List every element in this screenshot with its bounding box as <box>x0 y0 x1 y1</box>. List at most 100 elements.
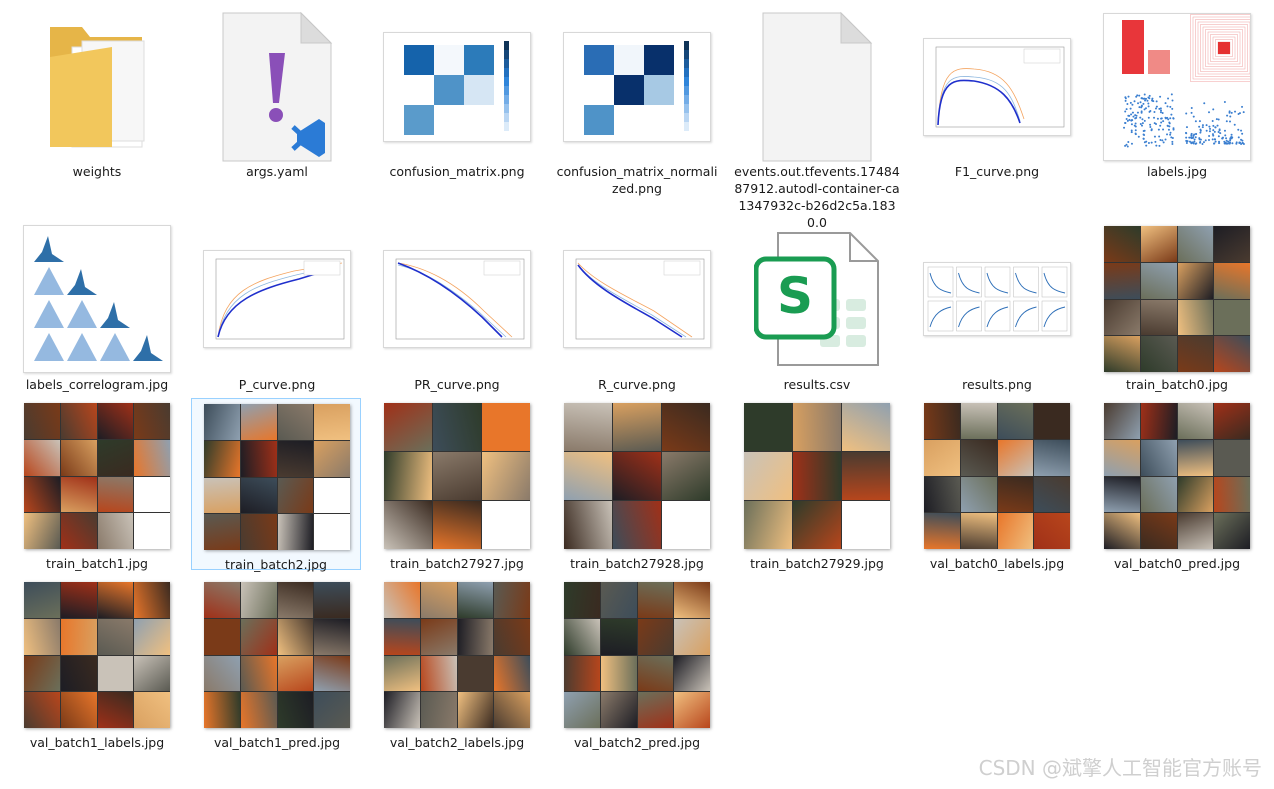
file-thumbnail <box>1092 8 1262 165</box>
mosaic-tile <box>1214 403 1250 439</box>
file-item[interactable]: confusion_matrix.png <box>372 0 542 212</box>
mosaic-tile <box>60 513 97 549</box>
mosaic-tile <box>314 692 350 728</box>
mosaic-tile <box>277 514 314 550</box>
file-item[interactable]: train_batch27927.jpg <box>372 398 542 571</box>
mosaic-tile <box>674 618 710 655</box>
file-item[interactable]: F1_curve.png <box>912 0 1082 212</box>
mosaic-tile <box>384 501 432 549</box>
mosaic-tile <box>1104 226 1140 262</box>
results-plot-thumbnail <box>927 266 1068 332</box>
mosaic-tile <box>24 655 60 692</box>
file-item[interactable]: val_batch1_labels.jpg <box>12 577 182 753</box>
file-item[interactable]: val_batch1_pred.jpg <box>192 577 362 753</box>
file-thumbnail <box>372 581 542 729</box>
mosaic-tile <box>60 403 97 439</box>
mosaic-tile <box>997 513 1034 549</box>
mosaic-tile <box>433 403 481 451</box>
mosaic-tile <box>240 618 277 655</box>
mosaic-tile <box>1034 513 1070 549</box>
file-thumbnail <box>552 8 722 165</box>
mosaic-tile <box>637 582 674 618</box>
file-item[interactable]: args.yaml <box>192 0 362 212</box>
file-thumbnail <box>12 224 182 374</box>
file-item[interactable]: PR_curve.png <box>372 220 542 392</box>
file-name: F1_curve.png <box>954 164 1040 179</box>
mosaic-tile <box>494 692 530 728</box>
curve-plot-thumbnail <box>215 258 345 340</box>
mosaic-tile <box>420 655 457 692</box>
mosaic-tile <box>1177 439 1214 476</box>
mosaic-tile <box>97 403 134 439</box>
mosaic-tile <box>1104 403 1140 439</box>
file-thumbnail <box>912 402 1082 550</box>
mosaic-tile <box>1177 336 1214 372</box>
mosaic-tile <box>842 403 890 451</box>
file-item[interactable]: P_curve.png <box>192 220 362 392</box>
mosaic-tile <box>204 655 240 692</box>
file-item[interactable]: train_batch0.jpg <box>1092 220 1262 392</box>
mosaic-tile <box>600 692 637 728</box>
file-item[interactable]: train_batch27928.jpg <box>552 398 722 571</box>
mosaic-tile <box>433 501 481 549</box>
file-name: results.csv <box>783 377 851 392</box>
mosaic-tile <box>662 403 710 451</box>
mosaic-tile <box>613 452 661 500</box>
file-item[interactable]: val_batch0_labels.jpg <box>912 398 1082 571</box>
file-item[interactable]: train_batch2.jpg <box>191 398 362 572</box>
mosaic-tile <box>1140 299 1177 336</box>
mosaic-tile <box>1177 403 1214 439</box>
mosaic-tile <box>564 618 600 655</box>
mosaic-tile <box>1034 403 1070 439</box>
mosaic-tile <box>494 582 530 618</box>
mosaic-tile <box>1140 513 1177 549</box>
mosaic-tile <box>1140 336 1177 372</box>
file-name: confusion_matrix_normalized.png <box>556 164 718 196</box>
file-item[interactable]: val_batch2_pred.jpg <box>552 577 722 753</box>
file-name: train_batch0.jpg <box>1126 377 1228 392</box>
mosaic-tile <box>1214 513 1250 549</box>
mosaic-tile <box>1140 439 1177 476</box>
file-item[interactable]: events.out.tfevents.1748487912.autodl-co… <box>732 0 902 230</box>
mosaic-tile <box>744 403 792 451</box>
file-item[interactable]: confusion_matrix_normalized.png <box>552 0 722 212</box>
correlogram-thumbnail <box>34 236 163 361</box>
file-item[interactable]: labels.jpg <box>1092 0 1262 212</box>
mosaic-tile <box>384 618 420 655</box>
mosaic-tile <box>600 655 637 692</box>
mosaic-tile <box>277 404 314 440</box>
mosaic-tile <box>1140 262 1177 299</box>
mosaic-tile <box>384 403 432 451</box>
file-item[interactable]: Sresults.csv <box>732 220 902 392</box>
mosaic-tile <box>564 452 612 500</box>
mosaic-tile <box>960 403 997 439</box>
file-item[interactable]: weights <box>12 0 182 212</box>
mosaic-tile <box>482 452 530 500</box>
file-item[interactable]: val_batch0_pred.jpg <box>1092 398 1262 571</box>
mosaic-tile <box>1177 513 1214 549</box>
mosaic-tile <box>482 403 530 451</box>
file-thumbnail <box>372 402 542 550</box>
mosaic-tile <box>494 618 530 655</box>
mosaic-tile <box>457 582 494 618</box>
file-item[interactable]: train_batch27929.jpg <box>732 398 902 571</box>
file-name: train_batch27929.jpg <box>750 556 884 571</box>
mosaic-tile <box>60 582 97 618</box>
mosaic-tile <box>494 655 530 692</box>
file-name: P_curve.png <box>238 377 316 392</box>
mosaic-tile <box>314 440 350 477</box>
mosaic-tile <box>97 439 134 476</box>
mosaic-tile <box>24 618 60 655</box>
mosaic-tile <box>1214 476 1250 513</box>
mosaic-tile <box>1104 262 1140 299</box>
mosaic-tile <box>793 403 841 451</box>
mosaic-tile <box>24 476 60 513</box>
file-thumbnail <box>192 403 362 551</box>
file-item[interactable]: results.png <box>912 220 1082 392</box>
file-item[interactable]: train_batch1.jpg <box>12 398 182 571</box>
mosaic-tile <box>1034 439 1070 476</box>
file-item[interactable]: R_curve.png <box>552 220 722 392</box>
mosaic-tile <box>277 655 314 692</box>
file-item[interactable]: val_batch2_labels.jpg <box>372 577 542 753</box>
file-item[interactable]: labels_correlogram.jpg <box>12 220 182 392</box>
